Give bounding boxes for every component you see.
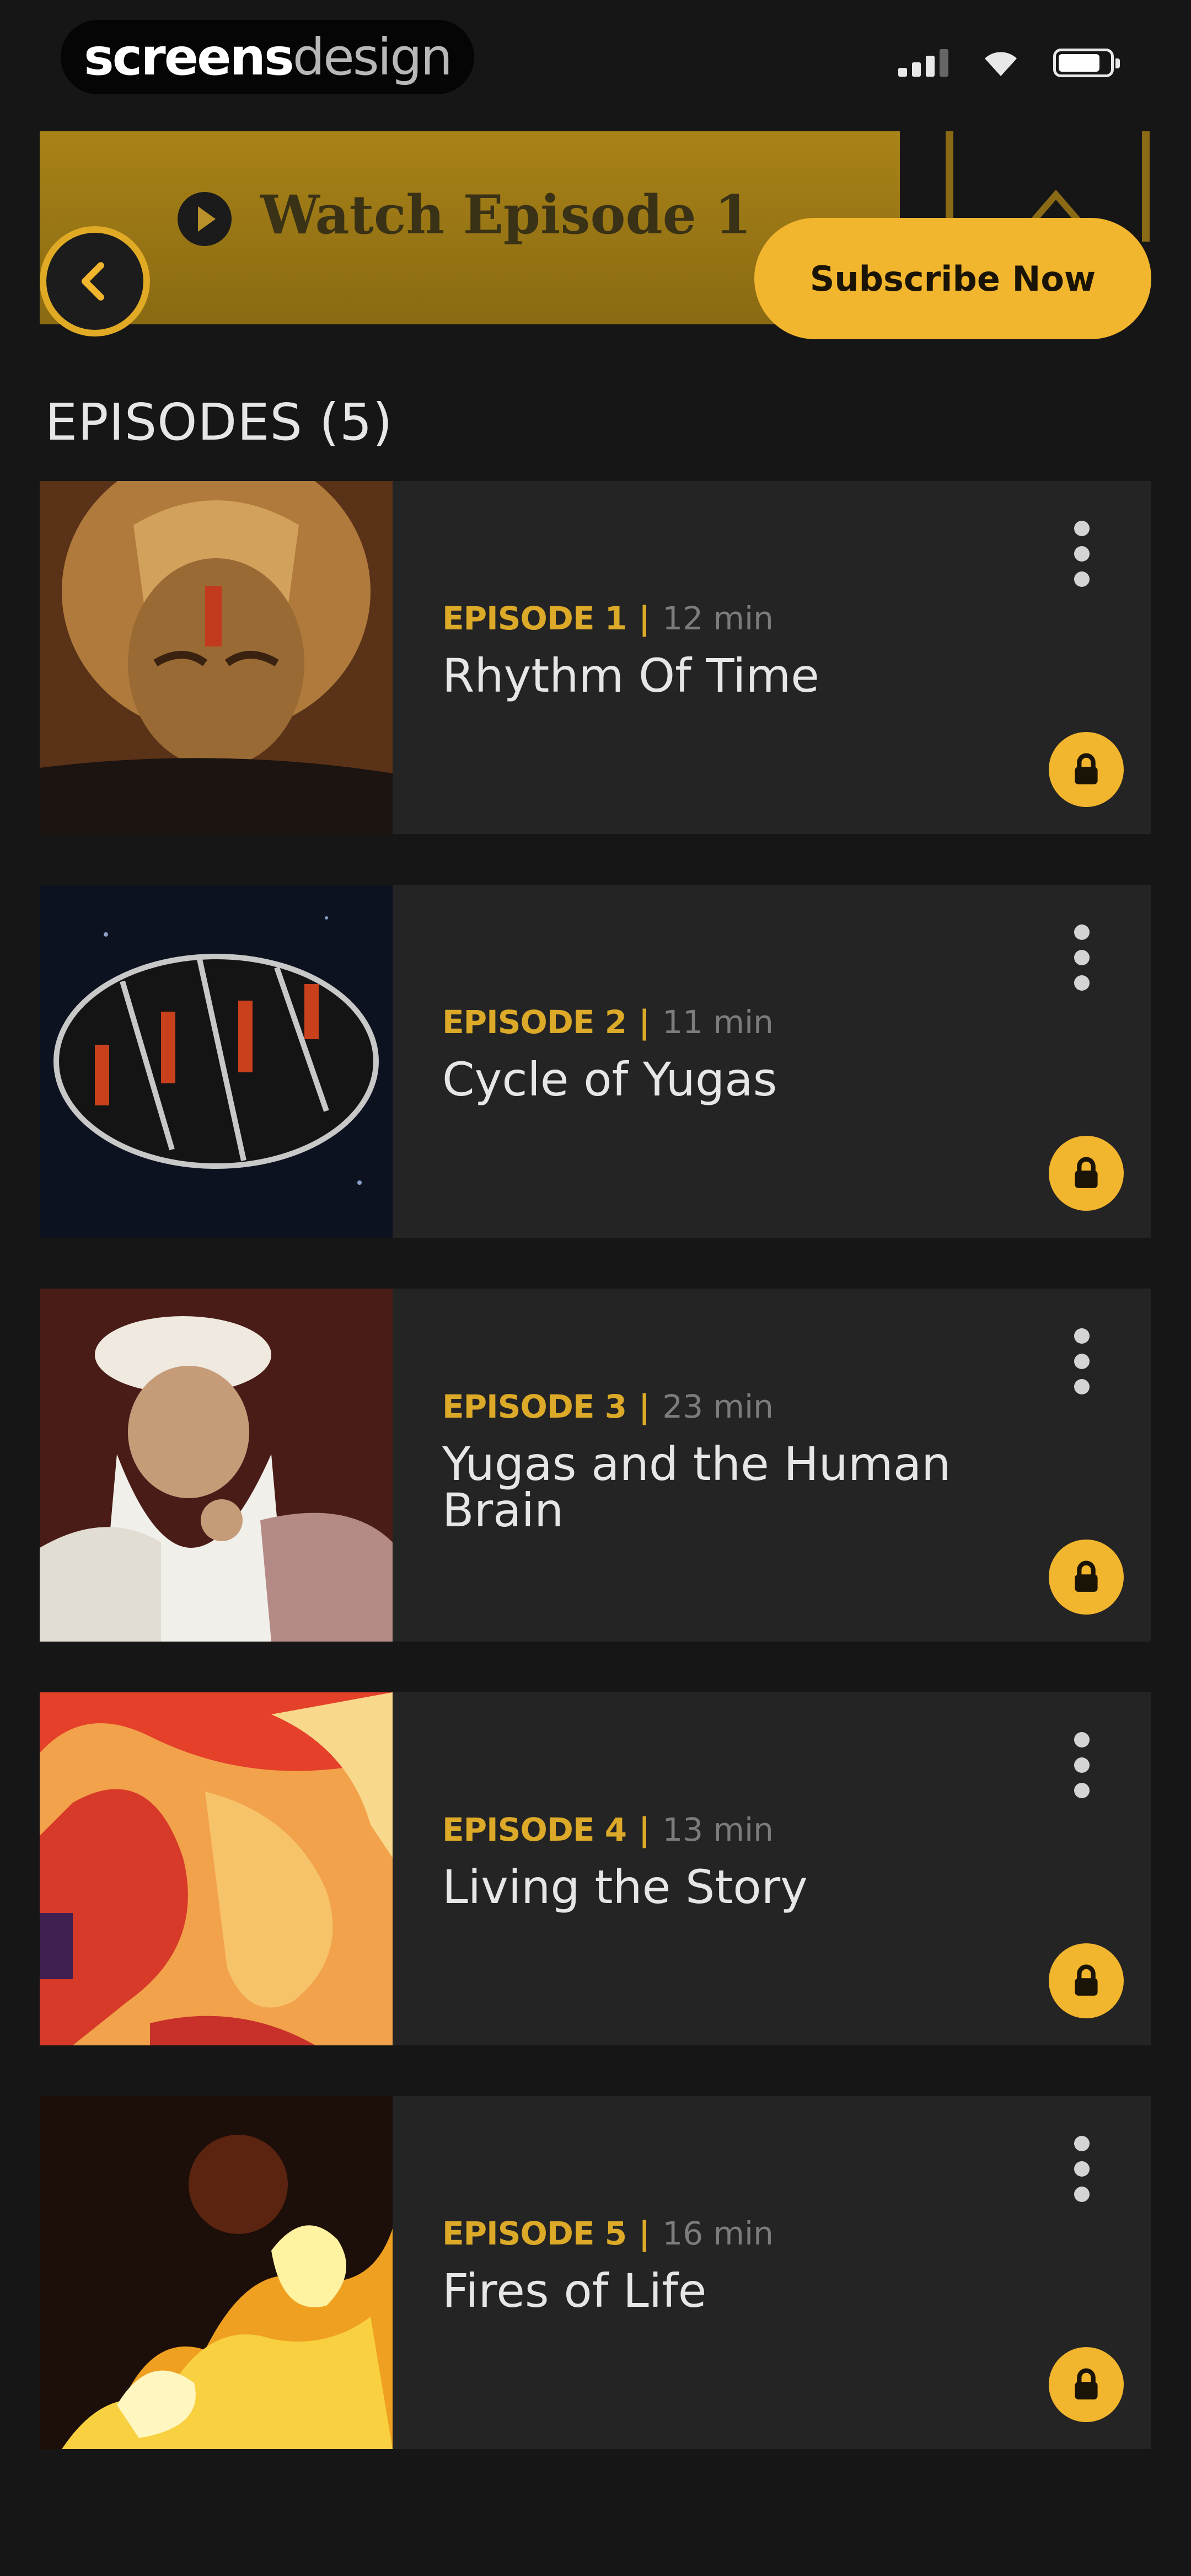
status-icons (898, 49, 1120, 77)
episode-title: Living the Story (442, 1860, 808, 1914)
lock-icon[interactable] (1049, 1943, 1124, 2018)
episode-title: Rhythm Of Time (442, 649, 819, 703)
episode-separator: | (639, 1811, 651, 1848)
episodes-screen: screens design Watch Episode 1 Subscribe … (0, 0, 1191, 2576)
episode-number: EPISODE 5 (442, 2215, 627, 2252)
more-options-button[interactable] (1065, 521, 1098, 587)
brand-part-design: design (292, 28, 453, 87)
lock-icon[interactable] (1049, 1540, 1124, 1615)
lock-icon[interactable] (1049, 732, 1124, 807)
more-options-button[interactable] (1065, 2136, 1098, 2202)
wifi-icon (985, 52, 1017, 76)
brand-part-screens: screens (84, 28, 294, 87)
episode-duration: 11 min (662, 1003, 774, 1041)
episode-duration: 13 min (662, 1811, 774, 1848)
episode-number: EPISODE 2 (442, 1003, 627, 1041)
chevron-left-icon (81, 262, 104, 301)
episode-title: Cycle of Yugas (442, 1052, 777, 1107)
episode-separator: | (639, 1003, 651, 1041)
episode-number: EPISODE 1 (442, 600, 627, 637)
back-button[interactable] (40, 226, 150, 336)
episode-number: EPISODE 4 (442, 1811, 627, 1848)
episode-duration: 12 min (662, 600, 774, 637)
episode-thumbnail (40, 2096, 393, 2449)
more-options-button[interactable] (1065, 1732, 1098, 1798)
episode-thumbnail (40, 1289, 393, 1642)
episode-card-2[interactable]: EPISODE 2 | 11 min Cycle of Yugas (40, 885, 1151, 1238)
episode-thumbnail (40, 1692, 393, 2045)
episode-title: Fires of Life (442, 2264, 707, 2318)
episode-number: EPISODE 3 (442, 1388, 627, 1425)
episode-thumbnail (40, 885, 393, 1238)
episode-card-5[interactable]: EPISODE 5 | 16 min Fires of Life (40, 2096, 1151, 2449)
lock-icon[interactable] (1049, 1136, 1124, 1211)
episode-title: Yugas and the Human Brain (442, 1437, 951, 1537)
episode-thumbnail (40, 481, 393, 834)
episode-card-4[interactable]: EPISODE 4 | 13 min Living the Story (40, 1692, 1151, 2045)
subscribe-now-button[interactable]: Subscribe Now (754, 218, 1151, 339)
episode-separator: | (639, 2215, 651, 2252)
watch-episode-label: Watch Episode 1 (260, 184, 752, 246)
episode-card-1[interactable]: EPISODE 1 | 12 min Rhythm Of Time (40, 481, 1151, 834)
lock-icon[interactable] (1049, 2347, 1124, 2422)
episode-duration: 23 min (662, 1388, 774, 1425)
more-options-button[interactable] (1065, 924, 1098, 991)
brand-logo: screens design (61, 20, 474, 94)
more-options-button[interactable] (1065, 1328, 1098, 1394)
episode-card-3[interactable]: EPISODE 3 | 23 min Yugas and the Human Bra… (40, 1289, 1151, 1642)
cellular-signal-icon (898, 49, 948, 77)
play-icon (178, 192, 232, 246)
episode-duration: 16 min (662, 2215, 774, 2252)
episode-separator: | (639, 600, 651, 637)
episode-list: EPISODE 1 | 12 min Rhythm Of Time EPISOD… (40, 481, 1151, 2449)
episodes-heading: EPISODES (5) (45, 393, 393, 452)
battery-icon (1053, 49, 1120, 77)
episode-separator: | (639, 1388, 651, 1425)
